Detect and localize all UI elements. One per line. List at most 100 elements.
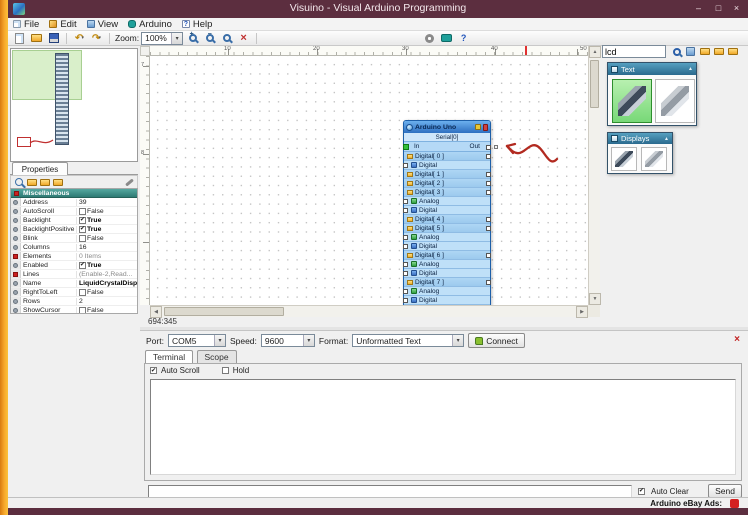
- toolbox-item-display-1[interactable]: [611, 147, 637, 171]
- input-connector[interactable]: [403, 163, 408, 168]
- menu-view[interactable]: View: [82, 18, 123, 31]
- open-project-button[interactable]: [29, 32, 44, 45]
- collapse-icon[interactable]: ▲: [664, 136, 669, 142]
- tab-terminal[interactable]: Terminal: [145, 350, 193, 363]
- maximize-button[interactable]: □: [709, 1, 728, 15]
- zoom-in-button[interactable]: [185, 32, 200, 45]
- titlebar[interactable]: Visuino - Visual Arduino Programming – □…: [8, 0, 748, 18]
- close-panel-icon[interactable]: ×: [734, 334, 740, 345]
- speed-combobox[interactable]: 9600▾: [261, 334, 315, 347]
- component-search-input[interactable]: [602, 45, 666, 58]
- arduino-uno-component[interactable]: Arduino Uno Serial[0] In Out Digital[ 0 …: [403, 120, 491, 305]
- port-combobox[interactable]: COM5▾: [168, 334, 226, 347]
- zoom-out-button[interactable]: [202, 32, 217, 45]
- scroll-up-icon[interactable]: ▲: [589, 46, 601, 58]
- zoom-combobox[interactable]: 100% ▾: [141, 32, 183, 45]
- output-connector[interactable]: [486, 280, 491, 285]
- auto-clear-checkbox[interactable]: [638, 488, 645, 495]
- category-header[interactable]: Displays ▲: [608, 133, 672, 144]
- delete-button[interactable]: ×: [236, 32, 251, 45]
- output-connector[interactable]: [486, 217, 491, 222]
- new-project-button[interactable]: [12, 32, 27, 45]
- channel-row[interactable]: Digital[ 6 ]: [404, 251, 490, 260]
- scrollbar-thumb[interactable]: [590, 60, 599, 108]
- pin-row[interactable]: Digital: [404, 242, 490, 251]
- scrollbar-thumb[interactable]: [164, 307, 284, 316]
- pin-row[interactable]: Digital: [404, 269, 490, 278]
- tab-scope[interactable]: Scope: [197, 350, 237, 363]
- channel-row[interactable]: Digital[ 7 ]: [404, 278, 490, 287]
- serial-channel-header[interactable]: Serial[0]: [404, 133, 490, 142]
- send-message-input[interactable]: [148, 485, 632, 498]
- property-checkbox[interactable]: [79, 307, 86, 314]
- channel-row[interactable]: Digital[ 5 ]: [404, 224, 490, 233]
- channel-row[interactable]: Digital[ 1 ]: [404, 170, 490, 179]
- pin-row[interactable]: Digital: [404, 206, 490, 215]
- send-button[interactable]: Send: [708, 484, 742, 498]
- redo-button[interactable]: ↷▾: [89, 32, 104, 45]
- close-button[interactable]: ×: [727, 1, 746, 15]
- help-button[interactable]: ?: [456, 32, 471, 45]
- input-connector[interactable]: [403, 289, 408, 294]
- output-connector[interactable]: [486, 154, 491, 159]
- auto-scroll-checkbox[interactable]: [150, 367, 157, 374]
- property-checkbox[interactable]: [79, 262, 86, 269]
- search-properties-button[interactable]: [14, 178, 24, 187]
- input-connector[interactable]: [403, 244, 408, 249]
- wrench-icon[interactable]: [475, 124, 481, 130]
- output-connector[interactable]: [486, 253, 491, 258]
- upload-to-arduino-button[interactable]: [439, 32, 454, 45]
- pin-row[interactable]: Digital: [404, 161, 490, 170]
- input-connector[interactable]: [403, 298, 408, 303]
- component-search-button[interactable]: [670, 45, 683, 58]
- tab-properties[interactable]: Properties: [12, 162, 68, 175]
- format-combobox[interactable]: Unformatted Text▾: [352, 334, 464, 347]
- input-connector[interactable]: [403, 199, 408, 204]
- advanced-properties-button[interactable]: [124, 178, 134, 187]
- undo-button[interactable]: ↶▾: [72, 32, 87, 45]
- category-header[interactable]: Text ▲: [608, 63, 696, 75]
- toolbox-item-lcd-selected[interactable]: [612, 79, 652, 123]
- menu-file[interactable]: File: [8, 18, 44, 31]
- minimize-button[interactable]: –: [689, 1, 708, 15]
- alphabetical-view-button[interactable]: [40, 178, 50, 187]
- vertical-scrollbar[interactable]: ▲ ▼: [588, 46, 600, 305]
- property-checkbox[interactable]: [79, 235, 86, 242]
- horizontal-scrollbar[interactable]: ◀ ▶: [150, 305, 588, 317]
- serial-out-external-connector[interactable]: [494, 145, 498, 149]
- component-header[interactable]: Arduino Uno: [404, 121, 490, 133]
- settings-button[interactable]: [422, 32, 437, 45]
- terminal-output-area[interactable]: [150, 379, 736, 475]
- channel-row[interactable]: Digital[ 4 ]: [404, 215, 490, 224]
- overview-navigator[interactable]: [10, 48, 138, 162]
- save-project-button[interactable]: [46, 32, 61, 45]
- scroll-right-icon[interactable]: ▶: [576, 306, 588, 318]
- property-checkbox[interactable]: [79, 226, 86, 233]
- serial-in-connector[interactable]: [403, 144, 409, 150]
- output-connector[interactable]: [486, 172, 491, 177]
- menu-help[interactable]: ?Help: [177, 18, 218, 31]
- output-connector[interactable]: [486, 181, 491, 186]
- design-canvas[interactable]: Arduino Uno Serial[0] In Out Digital[ 0 …: [150, 56, 588, 305]
- pin-row[interactable]: Analog: [404, 260, 490, 269]
- ad-icon[interactable]: [730, 499, 739, 508]
- input-connector[interactable]: [403, 262, 408, 267]
- serial-out-connector[interactable]: [486, 145, 491, 150]
- category-view-button[interactable]: [27, 178, 37, 187]
- toolbox-item-display-2[interactable]: [641, 147, 667, 171]
- toolbox-item-text[interactable]: [655, 79, 695, 123]
- channel-row[interactable]: Digital[ 3 ]: [404, 188, 490, 197]
- channel-row[interactable]: Digital[ 0 ]: [404, 152, 490, 161]
- connect-button[interactable]: Connect: [468, 333, 525, 348]
- input-connector[interactable]: [403, 208, 408, 213]
- input-connector[interactable]: [403, 271, 408, 276]
- pin-row[interactable]: Analog: [404, 197, 490, 206]
- flat-view-button[interactable]: [726, 45, 739, 58]
- output-connector[interactable]: [486, 190, 491, 195]
- pin-marker-icon[interactable]: [483, 124, 488, 131]
- menu-edit[interactable]: Edit: [44, 18, 81, 31]
- expand-categories-button[interactable]: [712, 45, 725, 58]
- pin-row[interactable]: Analog: [404, 287, 490, 296]
- zoom-fit-button[interactable]: [219, 32, 234, 45]
- property-category[interactable]: Miscellaneous: [11, 189, 137, 198]
